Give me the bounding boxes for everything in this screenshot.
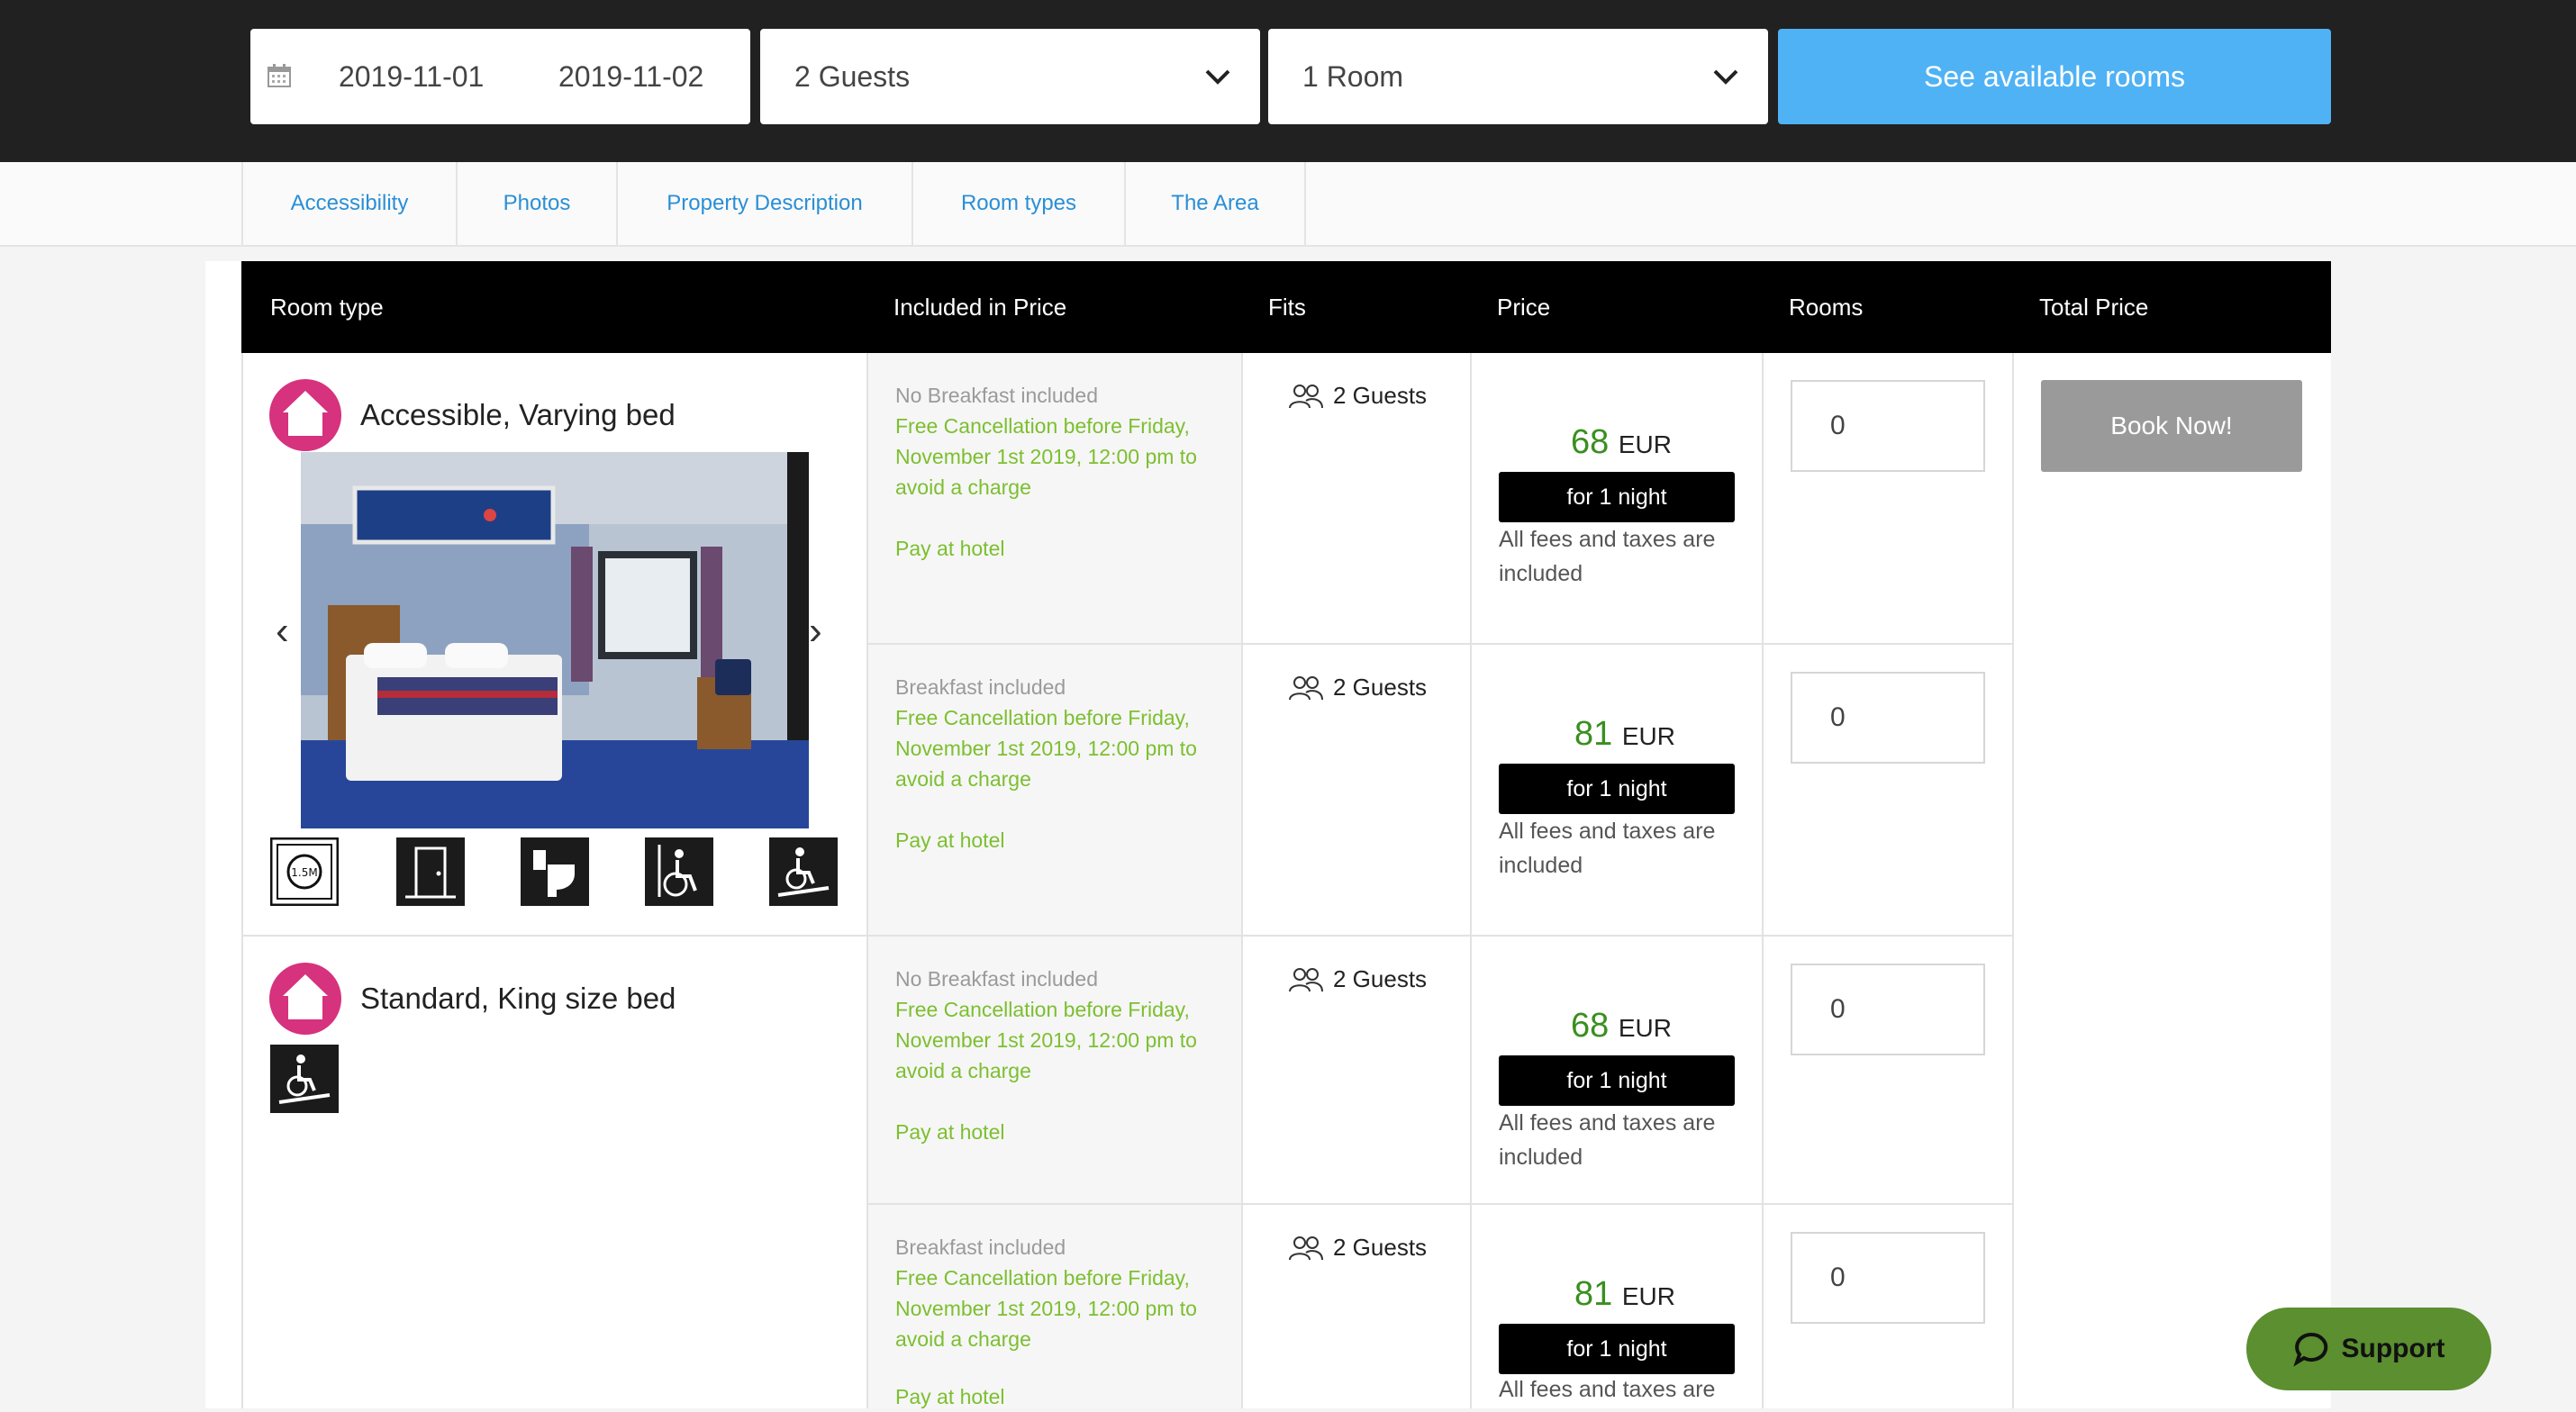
fits-info: 2 Guests	[1288, 674, 1427, 701]
header-room-type: Room type	[270, 293, 384, 321]
price-currency: EUR	[1621, 722, 1675, 750]
photo-prev-arrow[interactable]: ‹	[276, 609, 289, 654]
payment-info: Pay at hotel	[895, 537, 1005, 560]
divider	[866, 643, 2012, 645]
price-amount: 81 EUR	[1574, 1275, 1675, 1313]
wheelchair-ramp-icon	[769, 837, 838, 906]
breakfast-info: Breakfast included	[895, 1236, 1066, 1259]
room-type-name: Accessible, Varying bed	[360, 398, 676, 431]
nights-badge: for 1 night	[1499, 1055, 1735, 1106]
fits-info: 2 Guests	[1288, 965, 1427, 993]
fees-info: All fees and taxes are included	[1499, 527, 1716, 586]
accessible-toilet-icon	[521, 837, 589, 906]
date-range-picker[interactable]: 2019-11-01 2019-11-02	[250, 29, 750, 124]
check-in-date[interactable]: 2019-11-01	[339, 60, 484, 94]
breakfast-info: Breakfast included	[895, 675, 1066, 699]
payment-info: Pay at hotel	[895, 1120, 1005, 1144]
divider	[866, 353, 868, 1408]
cancellation-policy: Free Cancellation before Friday, Novembe…	[895, 414, 1197, 499]
table-header: Room type Included in Price Fits Price R…	[241, 261, 2331, 353]
fits-label: 2 Guests	[1333, 674, 1428, 701]
divider	[241, 935, 2012, 937]
chat-bubble-icon	[2292, 1332, 2327, 1367]
guests-icon	[1289, 1236, 1323, 1260]
divider	[2012, 353, 2014, 1408]
nights-badge: for 1 night	[1499, 472, 1735, 522]
support-label: Support	[2341, 1334, 2445, 1363]
cancellation-policy: Free Cancellation before Friday, Novembe…	[895, 706, 1197, 791]
price-currency: EUR	[1618, 430, 1672, 458]
rooms-quantity-input[interactable]	[1791, 672, 1985, 764]
price-amount: 81 EUR	[1574, 715, 1675, 753]
rooms-quantity-input[interactable]	[1791, 380, 1985, 472]
header-rooms: Rooms	[1789, 293, 1864, 321]
turning-space-icon: 1.5M	[270, 837, 339, 906]
rooms-select[interactable]: 1 Room	[1268, 29, 1768, 124]
rooms-quantity-input[interactable]	[1791, 964, 1985, 1055]
divider	[1762, 353, 1764, 1408]
check-out-date[interactable]: 2019-11-02	[558, 60, 703, 94]
tab-accessibility[interactable]: Accessibility	[241, 162, 456, 245]
house-logo-icon	[269, 963, 341, 1035]
wheelchair-ramp-icon	[270, 1045, 339, 1113]
payment-info: Pay at hotel	[895, 828, 1005, 852]
tab-photos[interactable]: Photos	[456, 162, 616, 245]
price-amount: 68 EUR	[1571, 423, 1672, 461]
calendar-icon	[268, 64, 291, 87]
fits-label: 2 Guests	[1333, 1234, 1428, 1261]
tab-the-area[interactable]: The Area	[1124, 162, 1306, 245]
guests-icon	[1289, 967, 1323, 991]
book-now-button[interactable]: Book Now!	[2041, 380, 2302, 472]
nights-badge: for 1 night	[1499, 764, 1735, 814]
divider	[866, 1203, 2012, 1205]
fees-info: All fees and taxes are	[1499, 1377, 1716, 1402]
fees-info: All fees and taxes are included	[1499, 819, 1716, 878]
guests-value: 2 Guests	[794, 59, 911, 93]
see-available-rooms-button[interactable]: See available rooms	[1778, 29, 2331, 124]
price-currency: EUR	[1621, 1282, 1675, 1310]
divider	[1241, 353, 1243, 1408]
chevron-down-icon	[1713, 69, 1738, 85]
price-amount: 68 EUR	[1571, 1007, 1672, 1045]
support-button[interactable]: Support	[2246, 1308, 2491, 1390]
cancellation-policy: Free Cancellation before Friday, Novembe…	[895, 998, 1197, 1082]
header-included: Included in Price	[893, 293, 1067, 321]
payment-info: Pay at hotel	[895, 1385, 1005, 1408]
rooms-quantity-input[interactable]	[1791, 1232, 1985, 1324]
search-bar: 2019-11-01 2019-11-02 2 Guests 1 Room Se…	[0, 0, 2576, 162]
price-currency: EUR	[1618, 1014, 1672, 1042]
breakfast-info: No Breakfast included	[895, 384, 1099, 407]
house-logo-icon	[269, 379, 341, 451]
section-tabs: Accessibility Photos Property Descriptio…	[0, 162, 2576, 247]
divider	[1470, 353, 1472, 1408]
fits-info: 2 Guests	[1288, 1234, 1427, 1262]
tab-property-description[interactable]: Property Description	[616, 162, 912, 245]
photo-next-arrow[interactable]: ›	[809, 609, 822, 654]
fits-label: 2 Guests	[1333, 382, 1428, 409]
guests-icon	[1289, 384, 1323, 408]
guests-icon	[1289, 675, 1323, 700]
cancellation-policy: Free Cancellation before Friday, Novembe…	[895, 1266, 1197, 1351]
nights-badge: for 1 night	[1499, 1324, 1735, 1374]
fits-label: 2 Guests	[1333, 965, 1428, 992]
fits-info: 2 Guests	[1288, 382, 1427, 410]
divider	[241, 353, 243, 1408]
wide-door-icon	[396, 837, 465, 906]
chevron-down-icon	[1205, 69, 1230, 85]
header-total-price: Total Price	[2039, 293, 2149, 321]
tab-room-types[interactable]: Room types	[912, 162, 1124, 245]
header-fits: Fits	[1268, 293, 1306, 321]
svg-text:1.5M: 1.5M	[291, 866, 317, 879]
header-price: Price	[1497, 293, 1551, 321]
breakfast-info: No Breakfast included	[895, 967, 1099, 991]
guests-select[interactable]: 2 Guests	[760, 29, 1260, 124]
wheelchair-shower-icon	[645, 837, 713, 906]
room-photo[interactable]	[301, 452, 809, 828]
rooms-value: 1 Room	[1302, 59, 1404, 93]
fees-info: All fees and taxes are included	[1499, 1110, 1716, 1170]
room-type-name: Standard, King size bed	[360, 982, 676, 1015]
